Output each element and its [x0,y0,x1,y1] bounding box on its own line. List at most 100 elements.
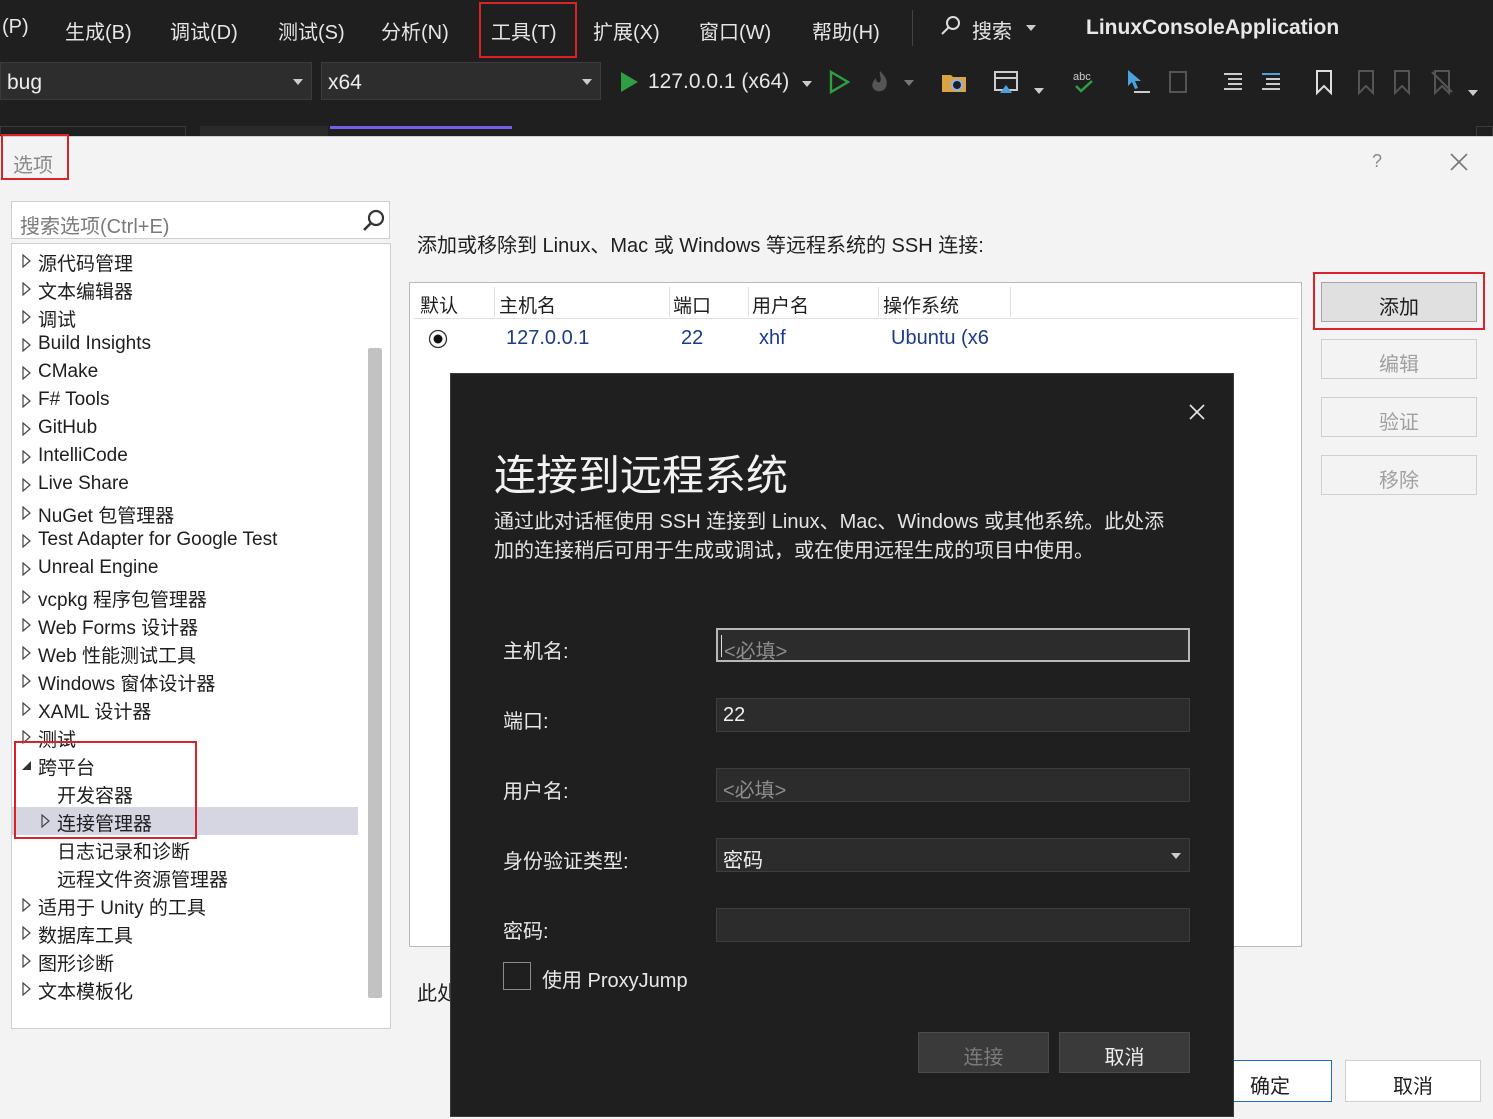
tree-item[interactable]: 远程文件资源管理器 [12,863,358,891]
menu-project[interactable]: (P) [2,16,29,39]
expand-arrow-icon[interactable] [21,646,33,660]
previous-bookmark-icon[interactable] [1350,68,1378,96]
help-button[interactable]: ? [1372,151,1382,172]
hot-reload-icon[interactable] [866,68,894,96]
configuration-combo[interactable]: bug [0,62,312,100]
menu-extensions[interactable]: 扩展(X) [593,16,660,45]
expand-arrow-icon[interactable] [21,338,33,352]
connect-button[interactable]: 连接 [918,1032,1049,1073]
menu-analyze[interactable]: 分析(N) [381,16,449,45]
tree-item[interactable]: GitHub [12,415,358,443]
uncomment-lines-icon[interactable] [1256,68,1284,96]
password-input[interactable] [716,908,1190,942]
expand-arrow-icon[interactable] [21,254,33,268]
tree-item[interactable]: CMake [12,359,358,387]
tree-item[interactable]: Test Adapter for Google Test [12,527,358,555]
bookmark-icon[interactable] [1310,68,1338,96]
tree-item[interactable]: 数据库工具 [12,919,358,947]
tree-item[interactable]: Windows 窗体设计器 [12,667,358,695]
start-without-debugging-icon[interactable] [826,68,854,96]
port-input[interactable]: 22 [716,698,1190,732]
tree-scrollbar[interactable] [368,348,382,998]
clear-bookmarks-icon[interactable] [1428,68,1456,96]
document-tab[interactable] [1476,126,1493,136]
options-search-input[interactable]: 搜索选项(Ctrl+E) [11,201,390,239]
tree-item[interactable]: vcpkg 程序包管理器 [12,583,358,611]
expand-arrow-icon[interactable] [21,674,33,688]
menu-test[interactable]: 测试(S) [278,16,345,45]
chevron-down-icon[interactable] [1034,88,1044,94]
document-tab[interactable] [200,126,328,136]
expand-arrow-icon[interactable] [21,394,33,408]
column-separator[interactable] [748,287,749,317]
tree-item[interactable]: 文本模板化 [12,975,358,1003]
column-header-host[interactable]: 主机名 [499,291,556,318]
expand-arrow-icon[interactable] [21,590,33,604]
tree-item[interactable]: 图形诊断 [12,947,358,975]
column-header-default[interactable]: 默认 [420,291,458,318]
browser-icon[interactable] [992,68,1020,96]
tree-item[interactable]: 适用于 Unity 的工具 [12,891,358,919]
tree-item[interactable]: Build Insights [12,331,358,359]
open-folder-icon[interactable] [940,68,968,96]
column-separator[interactable] [878,287,879,317]
expand-arrow-icon[interactable] [21,954,33,968]
remove-button[interactable]: 移除 [1321,455,1477,495]
menu-debug[interactable]: 调试(D) [170,16,238,45]
expand-arrow-icon[interactable] [21,282,33,296]
expand-arrow-icon[interactable] [21,898,33,912]
proxyjump-checkbox[interactable] [503,962,531,990]
chevron-down-icon[interactable] [1468,90,1478,96]
column-header-user[interactable]: 用户名 [752,291,809,318]
expand-arrow-icon[interactable] [21,310,33,324]
tree-item[interactable]: 日志记录和诊断 [12,835,358,863]
select-element-icon[interactable] [1124,68,1152,96]
comment-lines-icon[interactable] [1218,68,1246,96]
tree-item[interactable]: 调试 [12,303,358,331]
run-button[interactable]: 127.0.0.1 (x64) [616,64,816,100]
search-button[interactable]: 搜索 [940,14,1070,43]
expand-arrow-icon[interactable] [21,618,33,632]
column-separator[interactable] [494,287,495,317]
expand-arrow-icon[interactable] [21,422,33,436]
tree-item[interactable]: Unreal Engine [12,555,358,583]
expand-arrow-icon[interactable] [21,450,33,464]
column-separator[interactable] [669,287,670,317]
tree-item[interactable]: Web 性能测试工具 [12,639,358,667]
expand-arrow-icon[interactable] [21,506,33,520]
proxyjump-label[interactable]: 使用 ProxyJump [542,964,688,993]
tree-item[interactable]: Web Forms 设计器 [12,611,358,639]
platform-combo[interactable]: x64 [321,62,601,100]
edit-button[interactable]: 编辑 [1321,339,1477,379]
cancel-button[interactable]: 取消 [1059,1032,1190,1073]
menu-help[interactable]: 帮助(H) [812,16,880,45]
chevron-down-icon[interactable] [904,80,914,86]
close-icon[interactable] [1187,402,1207,422]
verify-button[interactable]: 验证 [1321,397,1477,437]
menu-window[interactable]: 窗口(W) [699,16,771,45]
tree-item[interactable]: 文本编辑器 [12,275,358,303]
cancel-button[interactable]: 取消 [1345,1060,1481,1102]
host-input[interactable]: <必填> [716,628,1190,663]
tree-item[interactable]: XAML 设计器 [12,695,358,723]
column-header-port[interactable]: 端口 [673,291,711,318]
expand-arrow-icon[interactable] [21,982,33,996]
tree-item[interactable]: NuGet 包管理器 [12,499,358,527]
tree-item[interactable]: 源代码管理 [12,247,358,275]
close-icon[interactable] [1448,151,1470,173]
next-bookmark-icon[interactable] [1388,68,1416,96]
expand-arrow-icon[interactable] [21,478,33,492]
tree-item[interactable]: Live Share [12,471,358,499]
expand-arrow-icon[interactable] [21,926,33,940]
column-separator[interactable] [1010,287,1011,317]
column-header-os[interactable]: 操作系统 [883,291,959,318]
expand-arrow-icon[interactable] [21,562,33,576]
expand-arrow-icon[interactable] [21,702,33,716]
expand-arrow-icon[interactable] [21,534,33,548]
expand-arrow-icon[interactable] [21,366,33,380]
tree-item[interactable]: IntelliCode [12,443,358,471]
menu-build[interactable]: 生成(B) [65,16,132,45]
username-input[interactable]: <必填> [716,768,1190,802]
format-icon[interactable] [1164,68,1192,96]
auth-type-select[interactable]: 密码 [716,838,1190,872]
